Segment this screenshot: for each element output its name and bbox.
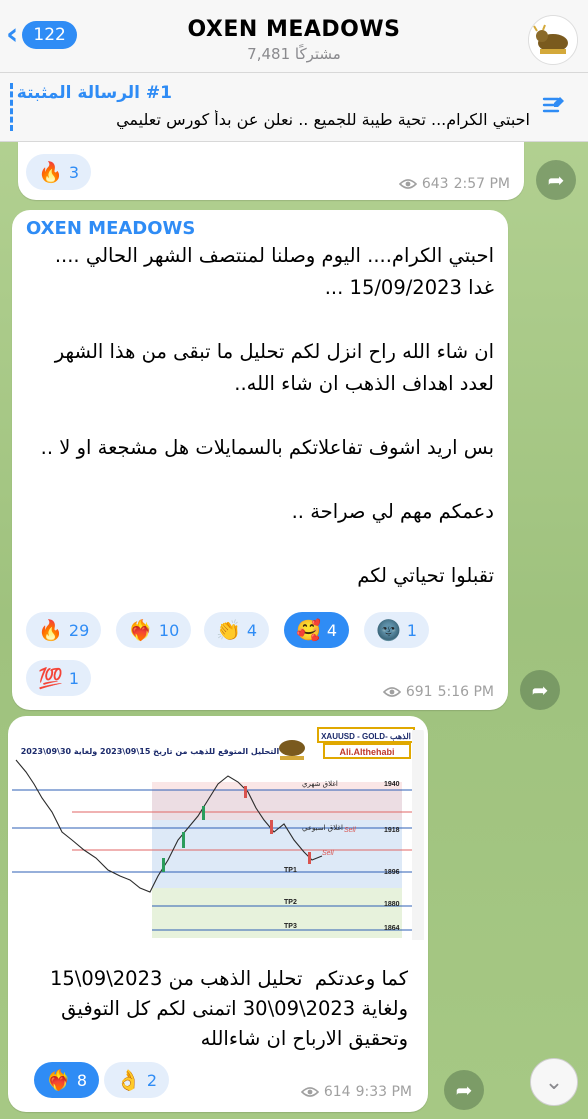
channel-avatar[interactable] [528,15,578,65]
view-count: 643 [421,176,449,192]
chart-badge: XAUUSD - GOLD- الذهب [321,732,411,741]
forward-button[interactable]: ➦ [444,1070,484,1110]
chart-header-title: التحليل المتوقع للذهب من تاريخ 15\09\202… [21,747,280,756]
message-meta: 643 2:57 PM [398,176,510,192]
heart-on-fire-emoji: ❤️‍🔥 [46,1068,71,1092]
eye-icon [382,687,401,697]
reaction-count: 1 [68,668,80,688]
message-time: 9:33 PM [355,1084,412,1100]
level-value-4: 1880 [384,901,400,908]
forward-button[interactable]: ➦ [536,160,576,200]
message-meta: 691 5:16 PM [382,684,494,700]
channel-title[interactable]: OXEN MEADOWS [0,17,588,42]
clapping-emoji: 👏 [216,618,241,642]
chart-image[interactable]: XAUUSD - GOLD- الذهب Ali.Althehabi التحل… [12,720,424,956]
reaction-4-selected[interactable]: 🥰 4 [284,612,350,648]
message-sender[interactable]: OXEN MEADOWS [26,218,195,239]
message-bubble-1: 🔥 3 643 2:57 PM [18,142,524,200]
gold-chart-svg: XAUUSD - GOLD- الذهب Ali.Althehabi التحل… [12,720,424,956]
moon-face-emoji: 🌚 [376,618,401,642]
chevron-down-icon: ⌄ [544,1069,564,1095]
message-time: 5:16 PM [437,684,494,700]
sell-zone [152,782,402,820]
chart-author: Ali.Althehabi [339,747,394,757]
level-value-2: 1918 [384,827,400,834]
reaction-2[interactable]: 👌 2 [104,1062,170,1098]
level-label-1: اغلاق شهري [302,780,338,788]
eye-icon [300,1087,319,1097]
reaction-count: 10 [158,620,180,640]
price-axis [412,730,424,940]
reaction-count: 29 [68,620,90,640]
level-value-5: 1864 [384,925,400,932]
sell-label-1: Sell [344,827,356,834]
level-label-4: TP2 [284,899,297,906]
reaction-3[interactable]: 👏 4 [204,612,270,648]
subscriber-count: 7,481 مشتركًا [247,45,341,63]
message-text: كما وعدتكم تحليل الذهب من 2023\09\15 ولغ… [43,967,408,1050]
pin-list-icon[interactable] [540,93,568,121]
message-bubble-3: XAUUSD - GOLD- الذهب Ali.Althehabi التحل… [8,716,428,1112]
bull-logo [279,740,305,760]
view-count: 614 [323,1084,351,1100]
reaction-5[interactable]: 🌚 1 [364,612,430,648]
forward-button[interactable]: ➦ [520,670,560,710]
view-count: 691 [405,684,433,700]
reaction-2[interactable]: ❤️‍🔥 10 [116,612,192,648]
level-label-2: اغلاق اسبوعي [302,824,343,832]
pinned-title: #1 الرسالة المثبتة [16,83,172,103]
eye-icon [398,179,417,189]
reaction-count: 1 [406,620,418,640]
message-text: احبتي الكرام.... اليوم وصلنا لمنتصف الشه… [40,244,494,587]
smiling-hearts-emoji: 🥰 [296,618,321,642]
level-label-3: TP1 [284,867,297,874]
sell-label-2: Sell [322,850,334,857]
level-label-5: TP3 [284,923,297,930]
forward-icon: ➦ [531,678,549,702]
hundred-emoji: 💯 [38,666,63,690]
heart-on-fire-emoji: ❤️‍🔥 [128,618,153,642]
forward-icon: ➦ [547,168,565,192]
message-bubble-2: OXEN MEADOWS احبتي الكرام.... اليوم وصلن… [12,210,508,710]
chat-header: ‹ 122 OXEN MEADOWS 7,481 مشتركًا [0,0,588,73]
level-value-1: 1940 [384,781,400,788]
fire-emoji: 🔥 [38,160,63,184]
pinned-text: احبتي الكرام... تحية طيبة للجميع .. نعلن… [116,110,530,129]
reaction-count: 8 [76,1070,88,1090]
scroll-down-button[interactable]: ⌄ [530,1058,578,1106]
message-meta: 614 9:33 PM [300,1084,412,1100]
reaction-fire[interactable]: 🔥 3 [26,154,92,190]
reaction-1[interactable]: ❤️‍🔥 8 [34,1062,100,1098]
reaction-count: 4 [246,620,258,640]
fire-emoji: 🔥 [38,618,63,642]
level-value-3: 1896 [384,869,400,876]
pinned-message-bar[interactable]: #1 الرسالة المثبتة احبتي الكرام... تحية … [0,73,588,142]
reaction-count: 4 [326,620,338,640]
reaction-1[interactable]: 🔥 29 [26,612,102,648]
message-time: 2:57 PM [453,176,510,192]
reaction-count: 3 [68,162,80,182]
reaction-count: 2 [146,1070,158,1090]
pinned-indicator [10,83,16,131]
reaction-6[interactable]: 💯 1 [26,660,92,696]
forward-icon: ➦ [455,1078,473,1102]
ok-hand-emoji: 👌 [116,1068,141,1092]
